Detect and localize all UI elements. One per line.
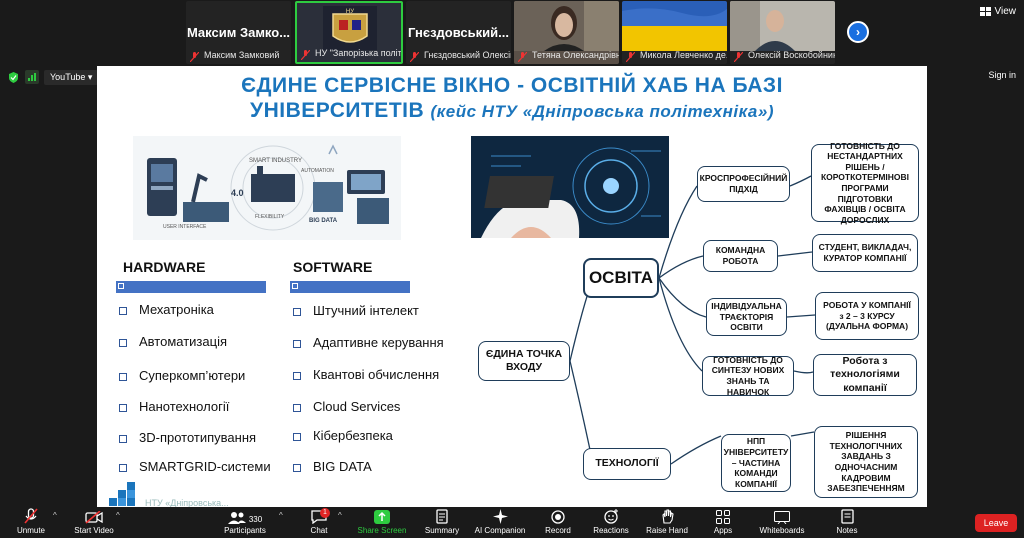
view-button[interactable]: View <box>979 6 1017 17</box>
participant-caption: Тетяна Олександрівна... <box>532 50 619 60</box>
mindmap-branch: НПП УНІВЕРСИТЕТУ – ЧАСТИНА КОМАНДИ КОМПА… <box>721 434 791 492</box>
apps-button[interactable]: Apps <box>708 507 738 538</box>
ai-companion-label: AI Companion <box>474 526 526 535</box>
chat-button[interactable]: Chat <box>303 507 335 538</box>
ukraine-flag-background <box>622 1 727 51</box>
mic-off-icon <box>24 508 38 524</box>
chevron-up-icon[interactable]: ^ <box>338 511 342 520</box>
sparkle-icon <box>492 509 508 524</box>
grid-view-icon <box>979 7 991 16</box>
share-source-label: YouTube <box>50 72 86 82</box>
notes-icon <box>840 509 854 524</box>
start-video-label: Start Video <box>74 526 114 535</box>
reactions-button[interactable]: Reactions <box>590 507 632 538</box>
mindmap-leaf: Робота з технологіями компанії <box>813 354 917 396</box>
mindmap-connectors <box>569 175 816 465</box>
mindmap-leaf: СТУДЕНТ, ВИКЛАДАЧ, КУРАТОР КОМПАНІЇ <box>812 234 918 272</box>
ai-companion-button[interactable]: AI Companion <box>472 507 528 538</box>
svg-text:НУ: НУ <box>346 9 354 15</box>
chevron-up-icon[interactable]: ^ <box>279 511 283 520</box>
video-off-icon <box>85 511 103 524</box>
chevron-down-icon: ▾ <box>87 72 93 82</box>
participant-name-large: Максим Замко... <box>186 25 291 40</box>
chat-label: Chat <box>310 526 328 535</box>
participant-strip: Максим Замко... Максим Замковий НУ НУ "З… <box>0 0 1024 66</box>
participant-caption: НУ "Запорізька політехні... <box>315 48 401 58</box>
sign-in-link[interactable]: Sign in <box>988 70 1016 80</box>
notes-label: Notes <box>836 526 858 535</box>
participant-video-feed <box>514 1 619 51</box>
summary-button[interactable]: Summary <box>420 507 464 538</box>
share-screen-label: Share Screen <box>357 526 407 535</box>
apps-icon <box>716 510 730 524</box>
participants-label: Participants <box>224 526 266 535</box>
record-icon <box>551 510 565 524</box>
hand-icon <box>661 509 674 524</box>
summary-label: Summary <box>424 526 460 535</box>
mindmap-leaf: РОБОТА У КОМПАНІЇ з 2 – 3 КУРСУ (ДУАЛЬНА… <box>815 292 919 340</box>
chat-badge: 1 <box>320 508 330 518</box>
shared-slide: ЄДИНЕ СЕРВІСНЕ ВІКНО - ОСВІТНІЙ ХАБ НА Б… <box>97 66 927 507</box>
mindmap-leaf: ГОТОВНІСТЬ ДО НЕСТАНДАРТНИХ РІШЕНЬ / КОР… <box>811 141 919 225</box>
participants-icon <box>227 512 246 524</box>
mindmap-branch: ІНДИВІДУАЛЬНА ТРАЄКТОРІЯ ОСВІТИ <box>706 298 787 336</box>
unmute-label: Unmute <box>16 526 45 535</box>
notes-button[interactable]: Notes <box>832 507 862 538</box>
participant-tile[interactable]: Максим Замко... Максим Замковий <box>186 1 291 64</box>
raise-hand-button[interactable]: Raise Hand <box>643 507 691 538</box>
participant-tile[interactable]: Гнєздовський... Гнєздовський Олексій <box>406 1 511 64</box>
participant-tile-video[interactable]: Олексій Воскобойник <box>730 1 835 64</box>
participant-tile-video[interactable]: Тетяна Олександрівна... <box>514 1 619 64</box>
unmute-button[interactable]: Unmute <box>10 507 52 538</box>
whiteboards-button[interactable]: Whiteboards <box>756 507 808 538</box>
participant-name-large: Гнєздовський... <box>408 25 509 40</box>
participant-video-feed <box>730 1 835 51</box>
participant-tile-active[interactable]: НУ НУ "Запорізька політехні... <box>295 1 403 64</box>
participant-caption: Олексій Воскобойник <box>748 50 835 60</box>
share-screen-icon <box>374 510 390 524</box>
start-video-button[interactable]: Start Video <box>68 507 120 538</box>
mindmap-root: ЄДИНА ТОЧКА ВХОДУ <box>478 341 570 381</box>
mindmap-tekhnologii: ТЕХНОЛОГІЇ <box>583 448 671 480</box>
university-logo: НУ <box>323 6 377 50</box>
next-page-button[interactable]: › <box>847 21 869 43</box>
meeting-toolbar: Unmute ^ Start Video ^ 330 Participants … <box>0 507 1024 538</box>
chevron-up-icon[interactable]: ^ <box>116 511 120 520</box>
participant-tile-video[interactable]: Микола Левченко де... <box>622 1 727 64</box>
record-label: Record <box>545 526 571 535</box>
participant-caption: Максим Замковий <box>204 50 280 60</box>
share-screen-button[interactable]: Share Screen <box>356 507 408 538</box>
mindmap-branch: ГОТОВНІСТЬ ДО СИНТЕЗУ НОВИХ ЗНАНЬ ТА НАВ… <box>702 355 794 397</box>
participant-caption: Гнєздовський Олексій <box>424 50 511 60</box>
chevron-up-icon[interactable]: ^ <box>53 511 57 520</box>
shield-check-icon <box>9 72 18 83</box>
whiteboards-label: Whiteboards <box>759 526 805 535</box>
mindmap-leaf: РІШЕННЯ ТЕХНОЛОГІЧНИХ ЗАВДАНЬ З ОДНОЧАСН… <box>814 426 918 498</box>
record-button[interactable]: Record <box>540 507 576 538</box>
view-label: View <box>994 6 1017 17</box>
summary-icon <box>435 509 448 524</box>
signal-icon[interactable] <box>25 70 39 84</box>
smiley-icon <box>603 509 618 524</box>
participant-caption: Микола Левченко де... <box>640 50 727 60</box>
apps-label: Apps <box>713 526 733 535</box>
participants-button[interactable]: 330 Participants <box>220 507 270 538</box>
leave-button[interactable]: Leave <box>975 514 1017 532</box>
mindmap-branch: КОМАНДНА РОБОТА <box>703 240 778 272</box>
participants-count: 330 <box>248 515 263 524</box>
mindmap-osvita: ОСВІТА <box>583 258 659 298</box>
mindmap-branch: КРОСПРОФЕСІЙНИЙ ПІДХІД <box>697 166 790 202</box>
raise-hand-label: Raise Hand <box>646 526 688 535</box>
whiteboard-icon <box>774 511 790 524</box>
reactions-label: Reactions <box>593 526 629 535</box>
share-source-dropdown[interactable]: YouTube ▾ <box>44 70 99 85</box>
